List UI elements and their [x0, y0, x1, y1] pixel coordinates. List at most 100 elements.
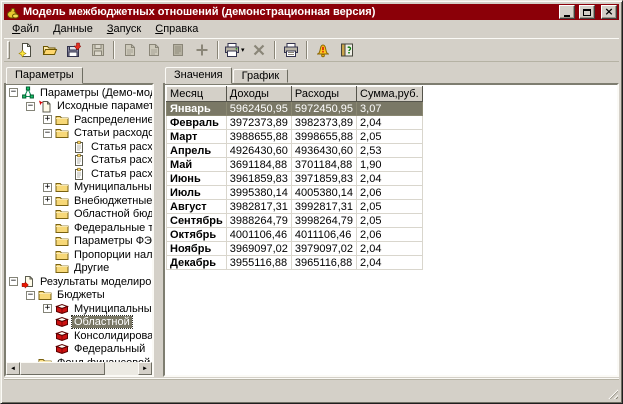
table-row[interactable]: Январь5962450,955972450,953,07: [167, 102, 423, 116]
expand-toggle[interactable]: +: [43, 304, 52, 313]
expand-toggle[interactable]: +: [43, 196, 52, 205]
menu-item[interactable]: Файл: [5, 22, 46, 37]
tree-item[interactable]: Статья расходов 1: [6, 140, 152, 154]
table-row[interactable]: Октябрь4001106,464011106,462,06: [167, 228, 423, 242]
close-button[interactable]: ×: [601, 5, 617, 19]
table-row[interactable]: Декабрь3955116,883965116,882,04: [167, 256, 423, 270]
tree-item[interactable]: Федеральный: [6, 343, 152, 357]
tree-item[interactable]: −Параметры (Демо-модель-2.: [6, 86, 152, 100]
dropdown-arrow-icon[interactable]: ▾: [241, 46, 245, 54]
alarm-bell-button[interactable]: [311, 39, 335, 61]
tree-item[interactable]: +Распределение налогов: [6, 113, 152, 127]
table-body: Январь5962450,955972450,953,07Февраль397…: [167, 102, 423, 270]
tree-item-label: Результаты моделирования: [38, 276, 152, 288]
collapse-toggle[interactable]: −: [43, 129, 52, 138]
month-cell: Ноябрь: [167, 242, 227, 256]
open-folder-icon: [42, 42, 58, 58]
title-bar[interactable]: Модель межбюджетных отношений (демонстра…: [4, 4, 619, 20]
horizontal-scrollbar[interactable]: ◄ ►: [6, 362, 152, 375]
scrollbar-track[interactable]: [20, 362, 138, 375]
month-cell: Июнь: [167, 172, 227, 186]
parameters-panel: Параметры −Параметры (Демо-модель-2.−Исх…: [4, 66, 154, 377]
menu-item[interactable]: Справка: [148, 22, 205, 37]
value-cell: 2,04: [357, 116, 423, 130]
value-cell: 2,05: [357, 200, 423, 214]
tree-item[interactable]: +Муниципальных образований: [6, 302, 152, 316]
maximize-button[interactable]: [579, 5, 595, 19]
table-row[interactable]: Апрель4926430,604936430,602,53: [167, 144, 423, 158]
expand-toggle[interactable]: +: [43, 115, 52, 124]
scrollbar-thumb[interactable]: [20, 362, 105, 375]
sheet-fill-button: [166, 39, 190, 61]
tab-значения[interactable]: Значения: [165, 67, 232, 84]
book-icon: [55, 315, 69, 329]
tree-item[interactable]: Пропорции налогов: [6, 248, 152, 262]
alarm-bell-icon: [315, 42, 331, 58]
table-row[interactable]: Сентябрь3988264,793998264,792,05: [167, 214, 423, 228]
tree-item[interactable]: Статья расходов 3: [6, 167, 152, 181]
tree-item[interactable]: +Муниципальные образования: [6, 181, 152, 195]
book-icon: [55, 342, 69, 356]
collapse-toggle[interactable]: −: [26, 102, 35, 111]
table-row[interactable]: Июнь3961859,833971859,832,04: [167, 172, 423, 186]
menu-item[interactable]: Данные: [46, 22, 100, 37]
value-cell: 2,04: [357, 256, 423, 270]
tree-item[interactable]: Федеральные трансферты: [6, 221, 152, 235]
month-cell: Июль: [167, 186, 227, 200]
collapse-toggle[interactable]: −: [9, 88, 18, 97]
value-cell: 3979097,02: [291, 242, 356, 256]
tree-item[interactable]: Областной бюджет: [6, 208, 152, 222]
expand-toggle[interactable]: +: [43, 183, 52, 192]
tree-item[interactable]: Статья расходов 2: [6, 154, 152, 168]
import-page-icon: [38, 99, 52, 113]
collapse-toggle[interactable]: −: [9, 277, 18, 286]
tab-график[interactable]: График: [233, 69, 289, 83]
scroll-right-button[interactable]: ►: [138, 362, 152, 375]
new-document-button[interactable]: [14, 39, 38, 61]
print-button[interactable]: [279, 39, 303, 61]
value-cell: 1,90: [357, 158, 423, 172]
tree-item[interactable]: Областной: [6, 316, 152, 330]
tree-item[interactable]: Параметры ФЭР: [6, 235, 152, 249]
tree-item[interactable]: −Бюджеты: [6, 289, 152, 303]
resize-grip[interactable]: [606, 387, 618, 399]
tree-item[interactable]: −Статьи расходов: [6, 127, 152, 141]
tab-parameters[interactable]: Параметры: [6, 67, 83, 84]
tree-item[interactable]: −Исходные параметры: [6, 100, 152, 114]
column-header[interactable]: Месяц: [167, 87, 227, 102]
app-window: Модель межбюджетных отношений (демонстра…: [0, 0, 623, 404]
menu-item[interactable]: Запуск: [100, 22, 148, 37]
table-row[interactable]: Май3691184,883701184,881,90: [167, 158, 423, 172]
scroll-left-button[interactable]: ◄: [6, 362, 20, 375]
month-cell: Январь: [167, 102, 227, 116]
save-import-button[interactable]: [62, 39, 86, 61]
sheet-edit-button: [142, 39, 166, 61]
open-folder-button[interactable]: [38, 39, 62, 61]
tree-item[interactable]: Консолидированный: [6, 329, 152, 343]
help-book-button[interactable]: [335, 39, 359, 61]
table-row[interactable]: Февраль3972373,893982373,892,04: [167, 116, 423, 130]
toolbar-grip[interactable]: [7, 41, 10, 59]
minimize-button[interactable]: [559, 5, 575, 19]
value-cell: 3988655,88: [226, 130, 291, 144]
tree-item[interactable]: +Внебюджетные фонды: [6, 194, 152, 208]
column-header[interactable]: Сумма,руб.: [357, 87, 423, 102]
print-preview-button[interactable]: ▾: [222, 39, 247, 61]
value-cell: 2,06: [357, 228, 423, 242]
new-document-icon: [18, 42, 34, 58]
tree-item[interactable]: Другие: [6, 262, 152, 276]
column-header[interactable]: Доходы: [226, 87, 291, 102]
table-row[interactable]: Ноябрь3969097,023979097,022,04: [167, 242, 423, 256]
left-tab-row: Параметры: [4, 66, 154, 83]
table-row[interactable]: Март3988655,883998655,882,05: [167, 130, 423, 144]
collapse-toggle[interactable]: −: [26, 291, 35, 300]
table-row[interactable]: Июль3995380,144005380,142,06: [167, 186, 423, 200]
tree-item-label: Статья расходов 3: [89, 168, 152, 180]
panel-splitter[interactable]: [154, 66, 163, 377]
window-title: Модель межбюджетных отношений (демонстра…: [23, 6, 555, 18]
tree-item[interactable]: − Результаты моделирования: [6, 275, 152, 289]
table-row[interactable]: Август3982817,313992817,312,05: [167, 200, 423, 214]
folder-icon: [55, 194, 69, 208]
maximize-icon: [583, 9, 591, 16]
column-header[interactable]: Расходы: [291, 87, 356, 102]
